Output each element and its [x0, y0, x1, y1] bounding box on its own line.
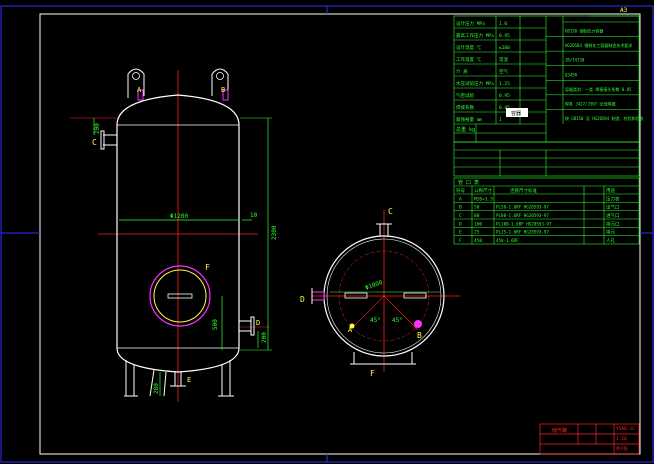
title-drawing-no: YSAB-1C: [616, 426, 635, 432]
plan-angle-a: 45°: [370, 317, 381, 324]
dim-diameter: Φ1200: [170, 213, 188, 220]
spec-row-key: 设计温度 ℃: [456, 44, 482, 51]
nozzle-table-header: 符号 公称尺寸 连接尺寸标准 用途: [454, 187, 639, 195]
plan-label-f: F: [370, 369, 375, 378]
spec-row-value: 0.95: [499, 33, 510, 39]
spec-rows: 设计压力 MPa 1.0 最高工作压力 MPa 0.95 设计温度 ℃ ≤100 工作温度 …: [454, 20, 546, 123]
elev-label-c: C: [92, 138, 97, 147]
nozzle-row-use: 压力表: [606, 195, 620, 202]
spec-row-key: 工作温度 ℃: [456, 56, 482, 63]
nozzle-row-standard: PL80-1.6RF HG20593-97: [496, 213, 549, 218]
spec-row-value: 空气: [499, 68, 508, 75]
spec-row-key: 介 质: [456, 68, 468, 75]
nozzle-row-symbol: F: [459, 238, 462, 244]
spec-row-key: 设计压力 MPa: [456, 20, 485, 27]
spec-right-row: 按 GB150 及 HG20584 制造、检验和验收: [565, 115, 644, 121]
nozzle-row-size: 50: [474, 205, 480, 211]
plan-angle-b: 45°: [392, 317, 403, 324]
nozzle-row-symbol: D: [459, 221, 462, 227]
spec-row-value: 常温: [499, 56, 508, 63]
spec-right-row: HG20584 钢制化工容器制造技术要求: [565, 42, 632, 48]
spec-right-rows: GB150 钢制压力容器 HG20584 钢制化工容器制造技术要求 JB/T4730…: [546, 28, 644, 121]
spec-row-key: 腐蚀裕量 mm: [456, 116, 482, 123]
nozzle-row-use: 出气口: [606, 204, 620, 211]
dim-500: 500: [212, 319, 219, 330]
spec-row-key: 水压试验压力 MPa: [456, 80, 494, 87]
dim-height: 2300: [271, 225, 278, 240]
nozzle-row-symbol: A: [459, 196, 462, 202]
spec-row-key: 气密试验: [456, 92, 474, 99]
elev-label-d: D: [256, 319, 260, 327]
spec-row-value: 1: [499, 117, 502, 123]
spec-right-row: GB150 钢制压力容器: [565, 28, 603, 34]
lifting-lug-right: [211, 68, 229, 98]
dim-200-right: 200: [261, 332, 268, 343]
spec-right-row: 焊条 J427/J507 全部焊缝: [565, 100, 616, 106]
elev-label-e: E: [187, 376, 191, 384]
nozzle-row-use: 排污: [606, 229, 615, 236]
spec-right-row: JB/T4730: [565, 58, 585, 63]
nozzle-table-rows: A M20×1.5 压力表 B 50 PL50-1.6RF HG20593-97 出气口 C 8…: [454, 195, 639, 244]
spec-row-value: 0.95: [499, 93, 510, 99]
elev-label-f: F: [205, 263, 210, 272]
section-ii-table: [453, 141, 640, 177]
nozzle-row-standard: PL25-1.6RF HG20593-97: [496, 230, 549, 235]
plan-label-b: B: [417, 331, 422, 340]
dim-280: 280: [153, 383, 160, 394]
nozzle-row-symbol: E: [459, 230, 462, 236]
spec-row-key: 焊缝系数: [456, 104, 474, 111]
nozzle-row-size: 80: [474, 213, 480, 219]
sheet-corner-code: A3: [620, 7, 628, 14]
elevation-view: A B C D F E Φ1200 10 2300 200 500 200 28…: [70, 68, 278, 402]
dim-10: 10: [250, 212, 258, 219]
manway-outer: [149, 265, 211, 327]
spec-row-value: ≤100: [499, 45, 510, 51]
nozzle-row-use: 进气口: [606, 212, 620, 219]
nozzle-row-size: 25: [474, 230, 480, 236]
nozzle-row-size: 100: [474, 221, 482, 227]
nozzle-row-use: 排污口: [606, 220, 620, 227]
title-sheet: 共1张: [616, 445, 628, 452]
nozzle-row-size: M20×1.5: [474, 196, 493, 202]
elev-label-b: B: [221, 86, 225, 94]
nozzle-row-size: 450: [474, 238, 482, 244]
nozzle-row-symbol: C: [459, 213, 462, 219]
nozzle-row-use: 人孔: [606, 237, 615, 244]
spec-stamp: 容器: [511, 110, 521, 117]
spec-row-value: 1.25: [499, 81, 510, 87]
lifting-lug-left: [127, 68, 145, 98]
plan-nozzle-b: [414, 320, 422, 328]
cad-drawing: A3 A B C D F E Φ1200 10 2300 200 500 200…: [0, 5, 654, 463]
dim-200-left: 200: [94, 123, 101, 134]
nozzle-header-cell: 符号: [456, 187, 465, 194]
nozzle-row-standard: PL50-1.6RF HG20593-97: [496, 205, 549, 210]
nozzle-header-cell: 用途: [606, 187, 615, 194]
nozzle-header-cell: 公称尺寸: [474, 187, 492, 194]
title-name: 储气罐: [552, 427, 567, 434]
nozzle-c: [100, 130, 105, 150]
nozzle-row-symbol: B: [459, 205, 462, 211]
nozzle-row-standard: 450-1.6RF: [496, 238, 519, 243]
plan-view: Φ1000 45° 45° C D A B F: [300, 207, 460, 378]
spec-row-key: 最高工作压力 MPa: [456, 32, 494, 39]
spec-right-row: 容器类别：一类 焊接接头系数 0.85: [565, 86, 632, 92]
spec-right-row: Q345R: [565, 72, 578, 77]
plan-dim-radius: Φ1000: [364, 279, 384, 292]
nozzle-table-title: 管 口 表: [458, 179, 479, 186]
plan-label-c: C: [388, 207, 393, 216]
nozzle-d: [250, 316, 255, 336]
weight-label: 总重 kg: [456, 126, 475, 133]
nozzle-header-cell: 连接尺寸标准: [510, 187, 537, 194]
nozzle-row-standard: PL100-1.6RF HG20593-97: [496, 221, 552, 226]
title-scale: 1:20: [616, 436, 627, 442]
manway-inner: [153, 269, 207, 323]
spec-row-value: 1.0: [499, 21, 507, 27]
plan-label-d: D: [300, 295, 305, 304]
